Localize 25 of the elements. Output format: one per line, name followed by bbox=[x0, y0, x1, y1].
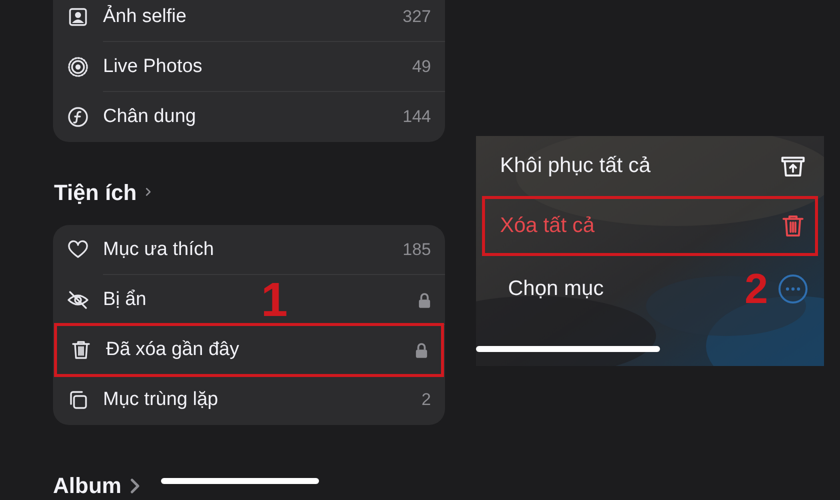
list-item[interactable]: Mục trùng lặp 2 bbox=[53, 375, 445, 425]
annotation-number: 2 bbox=[744, 268, 768, 310]
list-item[interactable]: Đã xóa gần đây bbox=[56, 325, 442, 375]
person-icon bbox=[67, 6, 89, 28]
lock-icon bbox=[418, 292, 431, 308]
section-heading[interactable]: Tiện ích bbox=[54, 176, 137, 209]
trash-icon bbox=[70, 339, 92, 361]
trash-icon bbox=[780, 213, 806, 239]
hidden-eye-icon bbox=[67, 289, 89, 311]
menu-item[interactable]: Khôi phục tất cả bbox=[476, 136, 824, 196]
more-icon[interactable] bbox=[778, 274, 808, 304]
lock-icon bbox=[415, 342, 428, 358]
live-photo-icon bbox=[67, 56, 89, 78]
annotation-number: 1 bbox=[261, 277, 288, 325]
section-heading[interactable]: Album bbox=[53, 469, 122, 500]
list-item[interactable]: Bị ẩn 1 bbox=[53, 275, 445, 325]
aperture-icon bbox=[67, 106, 89, 128]
list-item[interactable]: Chân dung 144 bbox=[53, 92, 445, 142]
list-item[interactable]: Ảnh selfie 327 bbox=[53, 0, 445, 42]
select-button[interactable]: Chọn mục bbox=[508, 273, 745, 305]
list-item[interactable]: Mục ưa thích 185 bbox=[53, 225, 445, 275]
chevron-icon bbox=[129, 476, 142, 494]
duplicate-icon bbox=[67, 389, 89, 411]
heart-icon bbox=[67, 239, 89, 261]
list-item[interactable]: Live Photos 49 bbox=[53, 42, 445, 92]
